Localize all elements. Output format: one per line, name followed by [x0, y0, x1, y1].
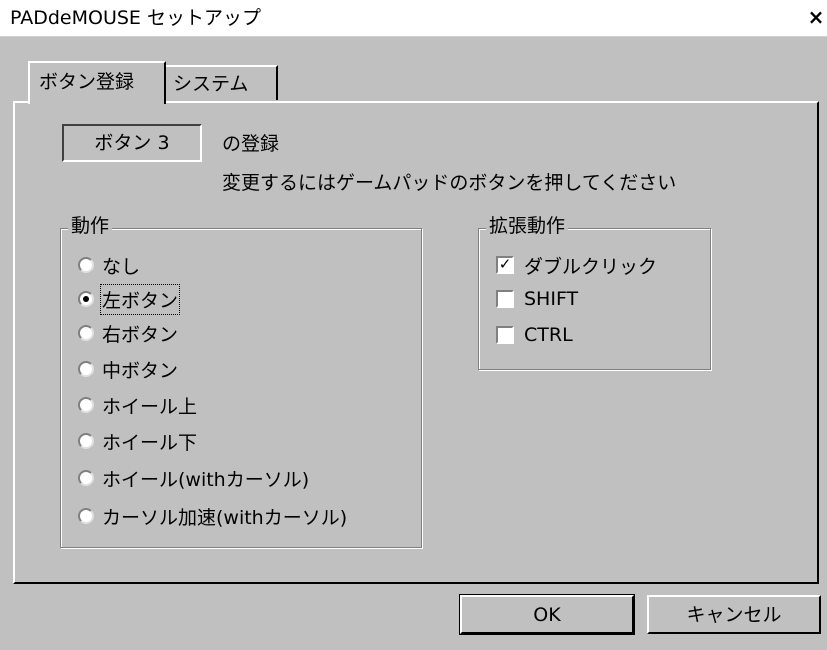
radio-label: ホイール下	[102, 431, 198, 454]
cancel-button[interactable]: キャンセル	[647, 595, 821, 634]
title-bar: PADdeMOUSE セットアップ ×	[0, 0, 827, 37]
checkbox-label: ダブルクリック	[524, 255, 658, 278]
radio-button[interactable]	[78, 470, 94, 486]
radio-label: 中ボタン	[102, 359, 179, 382]
radio-button[interactable]	[78, 433, 94, 449]
current-button-display: ボタン 3	[62, 124, 202, 162]
tab-button-registration[interactable]: ボタン登録	[28, 61, 166, 104]
radio-wheel-up[interactable]: ホイール上	[78, 392, 197, 418]
radio-right-button[interactable]: 右ボタン	[78, 320, 178, 346]
radio-label: ホイール(withカーソル)	[102, 468, 310, 491]
checkbox-double-click[interactable]: ✓ ダブルクリック	[496, 252, 657, 278]
checkbox-label: CTRL	[524, 324, 573, 346]
tab-label: システム	[173, 73, 249, 95]
ok-button[interactable]: OK	[459, 594, 635, 635]
radio-wheel-with-cursor[interactable]: ホイール(withカーソル)	[78, 465, 309, 491]
tab-label: ボタン登録	[39, 71, 135, 93]
radio-button[interactable]	[78, 508, 94, 524]
radio-cursor-accel[interactable]: カーソル加速(withカーソル)	[78, 503, 347, 529]
radio-button-selected[interactable]	[78, 291, 94, 307]
instruction-text: 変更するにはゲームパッドのボタンを押してください	[222, 172, 677, 194]
radio-button[interactable]	[78, 397, 94, 413]
radio-label: 右ボタン	[102, 323, 179, 346]
radio-none[interactable]: なし	[78, 252, 140, 278]
window-title: PADdeMOUSE セットアップ	[10, 7, 261, 29]
radio-middle-button[interactable]: 中ボタン	[78, 356, 178, 382]
checkbox-checked[interactable]: ✓	[496, 256, 514, 274]
radio-label: ホイール上	[102, 395, 198, 418]
radio-label: 左ボタン	[99, 283, 181, 315]
radio-wheel-down[interactable]: ホイール下	[78, 428, 197, 454]
radio-button[interactable]	[78, 325, 94, 341]
action-group-title: 動作	[68, 215, 113, 237]
radio-label: なし	[102, 255, 141, 278]
checkbox-ctrl[interactable]: CTRL	[496, 322, 573, 348]
tab-system[interactable]: システム	[166, 65, 278, 100]
radio-button[interactable]	[78, 361, 94, 377]
checkbox[interactable]	[496, 326, 514, 344]
registration-label: の登録	[222, 133, 280, 155]
radio-button[interactable]	[78, 257, 94, 273]
checkbox-shift[interactable]: SHIFT	[496, 286, 578, 312]
checkbox[interactable]	[496, 290, 514, 308]
radio-label: カーソル加速(withカーソル)	[102, 506, 348, 529]
extended-group-title: 拡張動作	[486, 215, 569, 237]
radio-left-button[interactable]: 左ボタン	[78, 283, 181, 315]
close-icon[interactable]: ×	[807, 7, 825, 27]
checkbox-label: SHIFT	[524, 288, 579, 310]
